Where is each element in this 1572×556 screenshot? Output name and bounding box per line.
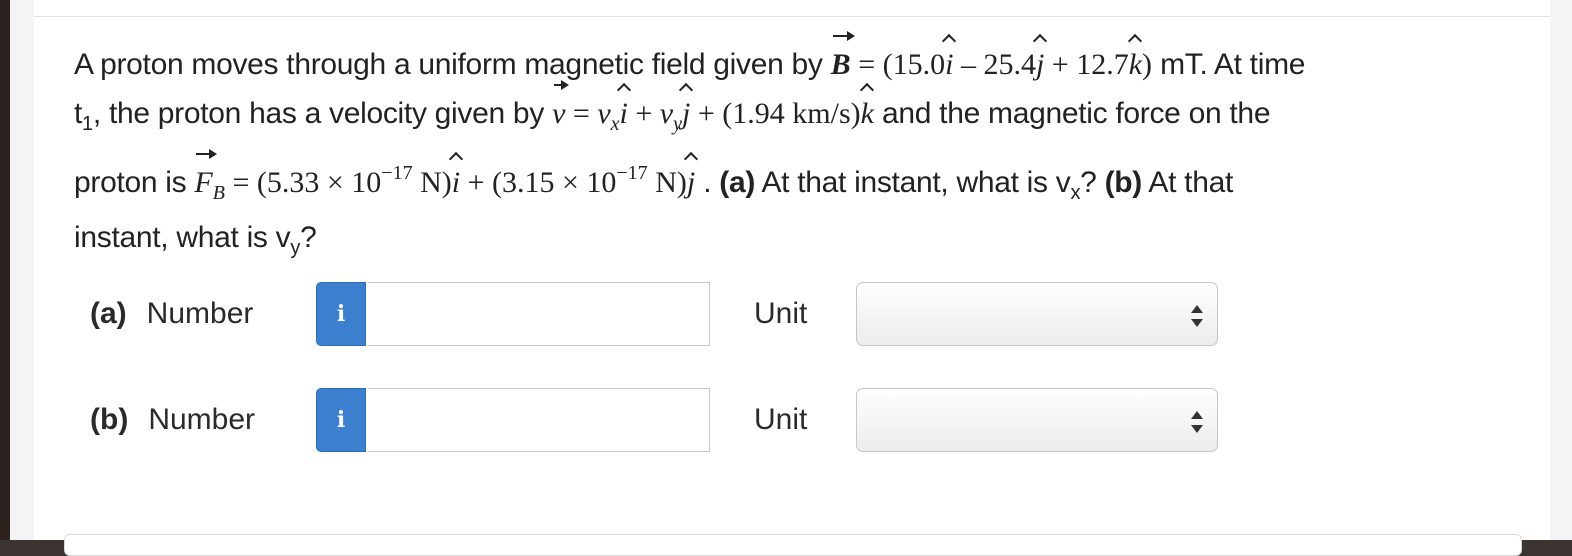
answer-b-unit-select[interactable] <box>856 388 1218 452</box>
equals-sign: = <box>224 166 257 199</box>
vector-v: v <box>552 80 570 138</box>
unit-vector-j: j <box>682 89 690 138</box>
part-a-tag: (a) <box>719 166 756 199</box>
question-text-segment: and the magnetic force on the <box>873 97 1271 130</box>
question-text-segment: ? <box>300 221 317 254</box>
next-question-card <box>64 534 1522 556</box>
unit-vector-i: i <box>945 40 953 89</box>
question-text-segment: ? <box>1080 166 1105 199</box>
answer-a-label: (a) Number <box>90 297 253 331</box>
vx-symbol: v <box>597 97 611 130</box>
window-edge <box>0 0 10 540</box>
equation-text: ) <box>1142 48 1153 81</box>
question-text: A proton moves through a uniform magneti… <box>74 31 1514 268</box>
unit-vector-j: j <box>687 158 695 207</box>
answer-b-label: (b) Number <box>90 403 255 437</box>
time-symbol: t <box>74 97 83 130</box>
answer-a-number-label: Number <box>146 297 254 330</box>
plus-sign: + <box>627 97 660 130</box>
answer-b-unit-label: Unit <box>754 403 808 436</box>
question-text-segment: proton is <box>74 166 195 199</box>
answer-a-unit-label: Unit <box>754 297 808 330</box>
question-line-3: proton is FB = (5.33 × 10−17 N)i + (3.15… <box>74 149 1514 218</box>
info-icon[interactable]: i <box>316 282 366 346</box>
unit-vector-j: j <box>1036 40 1044 89</box>
force-subscript: B <box>212 182 225 204</box>
question-text-segment: instant, what is v <box>74 221 291 254</box>
part-b-tag: (b) <box>1104 166 1143 199</box>
answer-a-unit-select[interactable] <box>856 282 1218 346</box>
question-line-4: instant, what is vy? <box>74 218 1514 268</box>
vector-F: F <box>194 149 218 207</box>
answer-a-part: (a) <box>90 297 127 330</box>
vx-subscript: x <box>1070 182 1081 204</box>
field-equation: B = (15.0i – 25.4j + 12.7k) <box>831 31 1153 81</box>
equals-sign: = <box>850 48 883 81</box>
vx-subscript: x <box>610 113 620 135</box>
equals-sign: = <box>565 97 598 130</box>
unit-vector-i: i <box>452 158 460 207</box>
unit-vector-k: k <box>861 89 874 138</box>
question-line-2: t1, the proton has a velocity given by v… <box>74 80 1514 149</box>
answer-a-number-input[interactable] <box>368 282 710 346</box>
answer-b-number-label: Number <box>148 403 256 436</box>
equation-text: + (1.94 km/s) <box>690 97 861 130</box>
vy-subscript: y <box>673 113 683 135</box>
equation-text: + (3.15 × 10 <box>460 166 617 199</box>
select-arrows-icon <box>1191 305 1203 327</box>
select-arrows-icon <box>1191 411 1203 433</box>
question-line-1: A proton moves through a uniform magneti… <box>74 31 1514 89</box>
vy-symbol: v <box>659 97 674 130</box>
question-text-segment: A proton moves through a uniform magneti… <box>74 48 831 81</box>
question-text-segment: At that instant, what is v <box>755 166 1071 199</box>
exponent: −17 <box>616 162 648 184</box>
vy-subscript: y <box>290 237 301 259</box>
equation-text: – 25.4 <box>953 48 1036 81</box>
force-equation: FB = (5.33 × 10−17 N)i + (3.15 × 10−17 N… <box>194 149 695 204</box>
unit-vector-k: k <box>1129 40 1142 89</box>
question-text-segment: At that <box>1142 166 1233 199</box>
equation-text: + 12.7 <box>1044 48 1129 81</box>
time-subscript: 1 <box>82 113 93 135</box>
answer-b-part: (b) <box>90 403 129 436</box>
equation-text: (15.0 <box>882 48 946 81</box>
question-text-segment: , the proton has a velocity given by <box>92 97 553 130</box>
velocity-equation: v = vxi + vyj + (1.94 km/s)k <box>552 80 874 135</box>
vector-B: B <box>831 31 855 89</box>
unit-vector-i: i <box>620 89 628 138</box>
question-text-segment: . <box>695 166 720 199</box>
question-text-segment: mT. At time <box>1152 48 1306 81</box>
equation-text: (5.33 × 10 <box>256 166 382 199</box>
equation-text: N) <box>647 166 687 199</box>
info-icon[interactable]: i <box>316 388 366 452</box>
exponent: −17 <box>381 162 413 184</box>
equation-text: N) <box>412 166 452 199</box>
answer-b-number-input[interactable] <box>368 388 710 452</box>
top-divider <box>34 16 1550 17</box>
